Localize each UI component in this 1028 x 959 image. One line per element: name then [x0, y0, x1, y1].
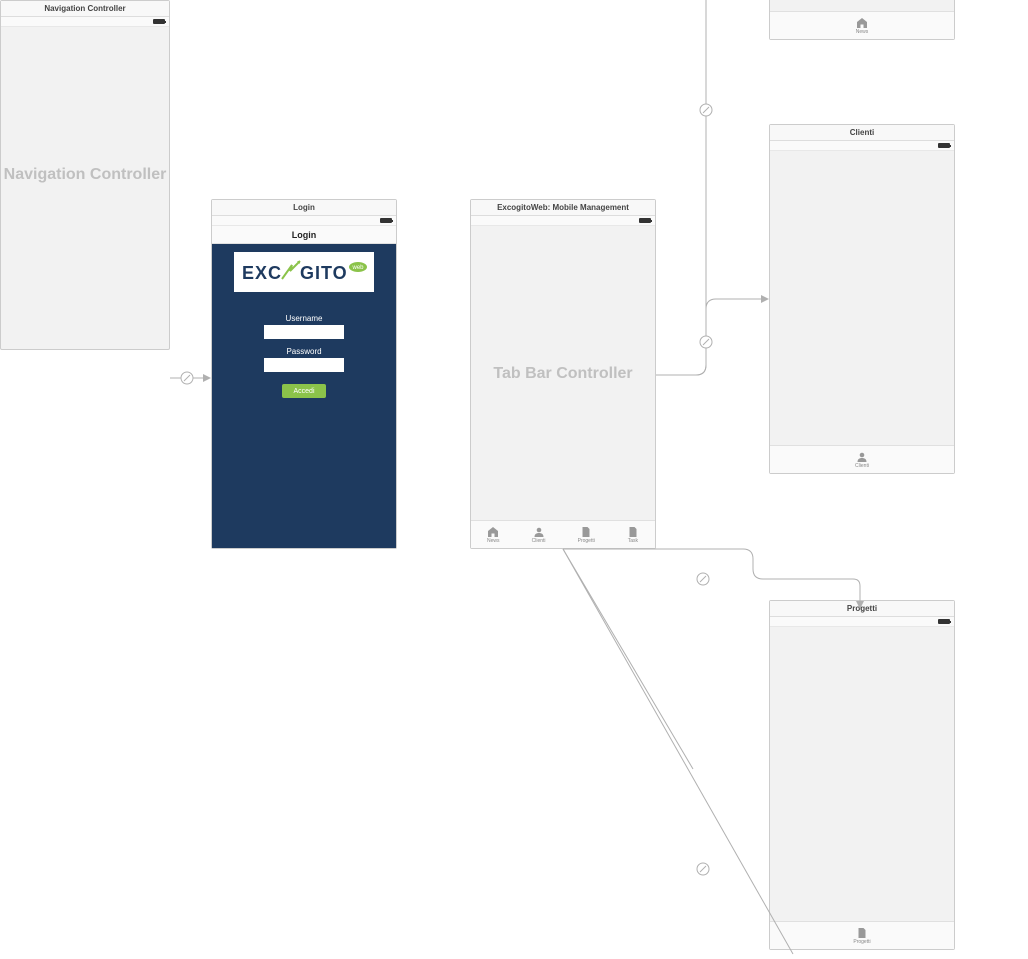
login-form: EXC GITO web Username Password Accedi: [212, 244, 396, 548]
scene-title: Login: [212, 200, 396, 216]
password-input[interactable]: [264, 358, 344, 372]
password-label: Password: [286, 347, 321, 356]
status-bar: [770, 617, 954, 627]
tab-news[interactable]: News: [856, 17, 869, 35]
tab-bar: Clienti: [770, 445, 954, 473]
scene-navigation-controller: Navigation Controller Navigation Control…: [0, 0, 170, 350]
battery-icon: [153, 19, 165, 24]
document-icon: [856, 927, 868, 939]
tab-progetti[interactable]: Progetti: [578, 526, 595, 544]
status-bar: [1, 17, 169, 27]
tab-bar: Progetti: [770, 921, 954, 949]
document-icon: [627, 526, 639, 538]
tab-label: Progetti: [578, 538, 595, 544]
segue-tabbar-to-clienti: [656, 295, 776, 385]
tab-bar: News: [770, 11, 954, 39]
status-bar: [471, 216, 655, 226]
battery-icon: [380, 218, 392, 223]
placeholder-label: Navigation Controller: [4, 166, 167, 184]
tab-news[interactable]: News: [487, 526, 500, 544]
scene-clienti: Clienti Clienti: [769, 124, 955, 474]
scene-title: Progetti: [770, 601, 954, 617]
scene-home: News: [769, 0, 955, 40]
scene-title: Clienti: [770, 125, 954, 141]
segue-nav-to-login: [170, 370, 211, 386]
scene-title: ExcogitoWeb: Mobile Management: [471, 200, 655, 216]
status-bar: [770, 141, 954, 151]
tab-label: Clienti: [855, 463, 869, 469]
scene-title: Navigation Controller: [1, 1, 169, 17]
tab-label: News: [856, 29, 869, 35]
username-label: Username: [286, 314, 323, 323]
tab-clienti[interactable]: Clienti: [532, 526, 546, 544]
battery-icon: [938, 143, 950, 148]
segue-tabbar-to-home: [656, 0, 776, 380]
tab-clienti[interactable]: Clienti: [855, 451, 869, 469]
scene-tab-bar-controller: ExcogitoWeb: Mobile Management Tab Bar C…: [470, 199, 656, 549]
placeholder-label: Tab Bar Controller: [493, 365, 632, 383]
svg-text:GITO: GITO: [300, 263, 348, 283]
tab-progetti[interactable]: Progetti: [853, 927, 870, 945]
tab-task[interactable]: Task: [627, 526, 639, 544]
battery-icon: [938, 619, 950, 624]
tab-label: Progetti: [853, 939, 870, 945]
svg-text:web: web: [351, 265, 364, 271]
document-icon: [580, 526, 592, 538]
logo: EXC GITO web: [234, 252, 374, 292]
battery-icon: [639, 218, 651, 223]
home-icon: [487, 526, 499, 538]
user-icon: [533, 526, 545, 538]
username-input[interactable]: [264, 325, 344, 339]
tab-label: News: [487, 538, 500, 544]
status-bar: [212, 216, 396, 226]
tab-label: Clienti: [532, 538, 546, 544]
scene-progetti: Progetti Progetti: [769, 600, 955, 950]
tab-bar: News Clienti Progetti Task: [471, 520, 655, 548]
user-icon: [856, 451, 868, 463]
scene-login: Login Login EXC GITO web Username Passwo…: [211, 199, 397, 549]
svg-text:EXC: EXC: [242, 263, 282, 283]
nav-bar-title: Login: [212, 226, 396, 244]
home-icon: [856, 17, 868, 29]
tab-label: Task: [628, 538, 638, 544]
login-button[interactable]: Accedi: [282, 384, 326, 398]
